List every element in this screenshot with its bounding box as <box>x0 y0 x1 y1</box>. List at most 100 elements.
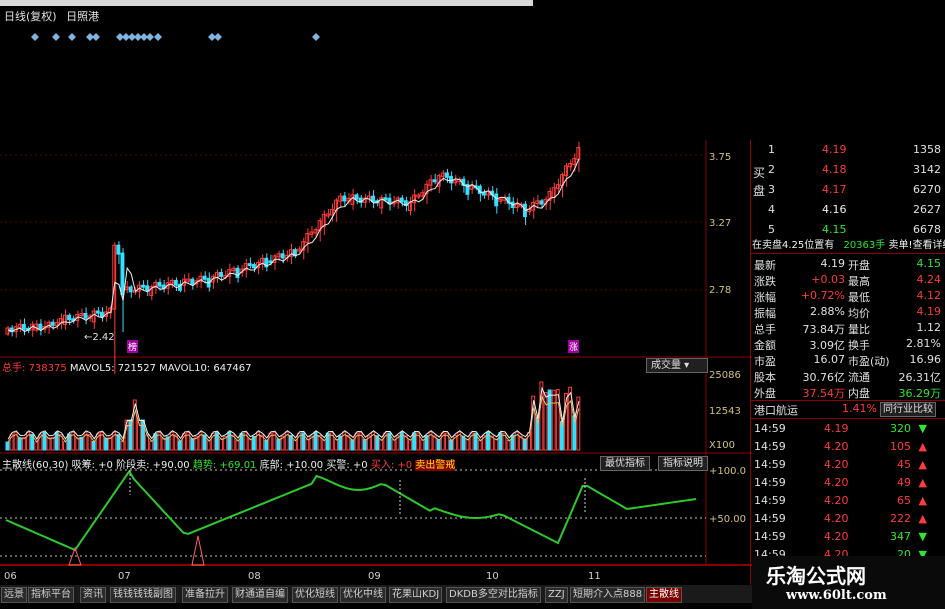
bid-row[interactable]: 1 4.19 1358 <box>752 140 945 161</box>
sector-name[interactable]: 港口航运 <box>754 402 798 418</box>
price-tick: 2.78 <box>709 285 732 296</box>
signal-diamond <box>92 33 100 41</box>
trade-qty: 45 <box>897 458 911 471</box>
volume-bar <box>276 438 281 451</box>
best-indicator-button[interactable]: 最优指标 <box>600 456 650 471</box>
stat-value: 4.15 <box>916 257 942 270</box>
volume-bar <box>247 438 252 451</box>
trade-qty: 320 <box>890 422 911 435</box>
bid-row[interactable]: 2 4.18 3142 <box>752 160 945 181</box>
volume-bar <box>5 441 10 451</box>
volume-bar <box>21 437 26 451</box>
volume-bar <box>219 438 223 451</box>
tick-trade-row: 14:59 4.20 65 ▲ <box>752 492 945 510</box>
volume-bar <box>362 439 367 451</box>
volume-bar <box>206 440 211 451</box>
tab-kdj[interactable]: 花果山KDJ <box>389 587 443 603</box>
quote-stat-row: 最新 4.19 开盘 4.15 <box>752 256 945 272</box>
tick-trade-row: 14:59 4.20 347 ▼ <box>752 528 945 546</box>
trade-price: 4.20 <box>824 476 849 489</box>
tab-platform[interactable]: 指标平台 <box>28 587 74 603</box>
tick-trade-row: 14:59 4.20 105 ▲ <box>752 438 945 456</box>
tab-zhusan[interactable]: 主散线 <box>646 587 682 603</box>
stat-label: 涨幅 <box>754 291 776 304</box>
big-order-notice[interactable]: 在卖盘4.25位置有 20363手 卖单!查看详细 <box>752 236 945 252</box>
volume-bar <box>17 437 22 451</box>
volume-bar <box>379 439 384 451</box>
bid-level: 5 <box>768 223 775 236</box>
trade-time: 14:59 <box>754 530 786 543</box>
volume-bar <box>34 441 39 451</box>
tab-news[interactable]: 资讯 <box>80 587 106 603</box>
price-tick: 3.27 <box>709 218 732 229</box>
stat-label: 最新 <box>754 259 776 272</box>
tab-mid[interactable]: 优化中线 <box>340 587 386 603</box>
signal-diamonds <box>31 33 320 41</box>
bid-level: 1 <box>768 143 775 156</box>
vol-ma5-line <box>7 386 580 440</box>
tick-trade-row: 14:59 4.20 45 ▲ <box>752 456 945 474</box>
tab-entry888[interactable]: 短期介入点888 <box>570 587 646 603</box>
volume-bar <box>465 438 470 451</box>
bid-level: 2 <box>768 163 775 176</box>
stat-value: 4.24 <box>916 273 942 286</box>
volume-bar <box>46 437 51 451</box>
tab-dkdb[interactable]: DKDB多空对比指标 <box>446 587 541 603</box>
volume-bar <box>391 439 396 451</box>
divider <box>750 253 945 254</box>
indicator-legend: 主散线(60,30) 吸筹: +0 阶段卖: +90.00 趋势: +69.01… <box>2 460 456 471</box>
volume-bar <box>334 438 338 451</box>
quote-stat-row: 涨跌 +0.03 最高 4.24 <box>752 272 945 288</box>
bid-row[interactable]: 3 4.17 6270 <box>752 180 945 201</box>
stat-label: 流通 <box>848 371 870 384</box>
tab-zzj[interactable]: ZZJ <box>545 587 568 603</box>
volume-bar <box>420 439 425 451</box>
volume-bar <box>523 438 527 451</box>
divider <box>750 418 945 419</box>
trade-direction-icon: ▲ <box>918 476 927 489</box>
stat-label: 金额 <box>754 339 776 352</box>
trade-price: 4.20 <box>824 494 849 507</box>
trade-price: 4.20 <box>824 458 849 471</box>
stat-label: 股本 <box>754 371 776 384</box>
divider <box>750 400 945 401</box>
volume-bar <box>264 439 269 451</box>
bid-row[interactable]: 4 4.16 2627 <box>752 200 945 221</box>
stat-value: 1.12 <box>916 321 942 334</box>
tab-caitongdao[interactable]: 财通道自编 <box>232 587 288 603</box>
indicator-help-button[interactable]: 指标说明 <box>658 456 708 471</box>
vol-ma5: MAVOL5: 721527 <box>69 363 156 374</box>
tick-trade-row: 14:59 4.20 222 ▲ <box>752 510 945 528</box>
industry-compare-button[interactable]: 同行业比较 <box>880 402 936 417</box>
trade-time: 14:59 <box>754 422 786 435</box>
tab-qianqian[interactable]: 钱钱钱钱副图 <box>110 587 176 603</box>
date-tick: 10 <box>486 571 499 582</box>
volume-bar <box>350 439 355 451</box>
signal-diamond <box>146 33 154 41</box>
trade-qty: 49 <box>897 476 911 489</box>
signal-diamond <box>154 33 162 41</box>
stat-label: 最低 <box>848 291 870 304</box>
volume-bar <box>494 438 499 451</box>
tab-lasheng[interactable]: 准备拉升 <box>182 587 228 603</box>
volume-bar <box>436 439 441 451</box>
stat-value: +0.03 <box>811 273 845 286</box>
stat-label: 市盈 <box>754 355 776 368</box>
tab-short[interactable]: 优化短线 <box>292 587 338 603</box>
chart-canvas[interactable] <box>0 0 752 585</box>
bid-price: 4.15 <box>822 223 847 236</box>
stat-value: 3.09亿 <box>809 339 846 352</box>
volume-bar <box>178 440 182 451</box>
low-price-marker: ←2.42 <box>84 332 115 343</box>
quote-stat-row: 外盘 37.54万 内盘 36.29万 <box>752 384 945 400</box>
date-tick: 11 <box>588 571 601 582</box>
signal-diamond <box>312 33 320 41</box>
stat-value: 36.29万 <box>898 387 942 400</box>
tab-yuanjing[interactable]: 远景 <box>1 587 27 603</box>
volume-bar <box>190 438 195 451</box>
bid-qty: 6678 <box>913 223 941 236</box>
stat-value: 73.84万 <box>802 323 846 336</box>
volume-selector[interactable]: 成交量 ▾ <box>646 358 708 373</box>
volume-bar <box>120 440 125 451</box>
ind-tick: +50.00 <box>709 514 747 525</box>
